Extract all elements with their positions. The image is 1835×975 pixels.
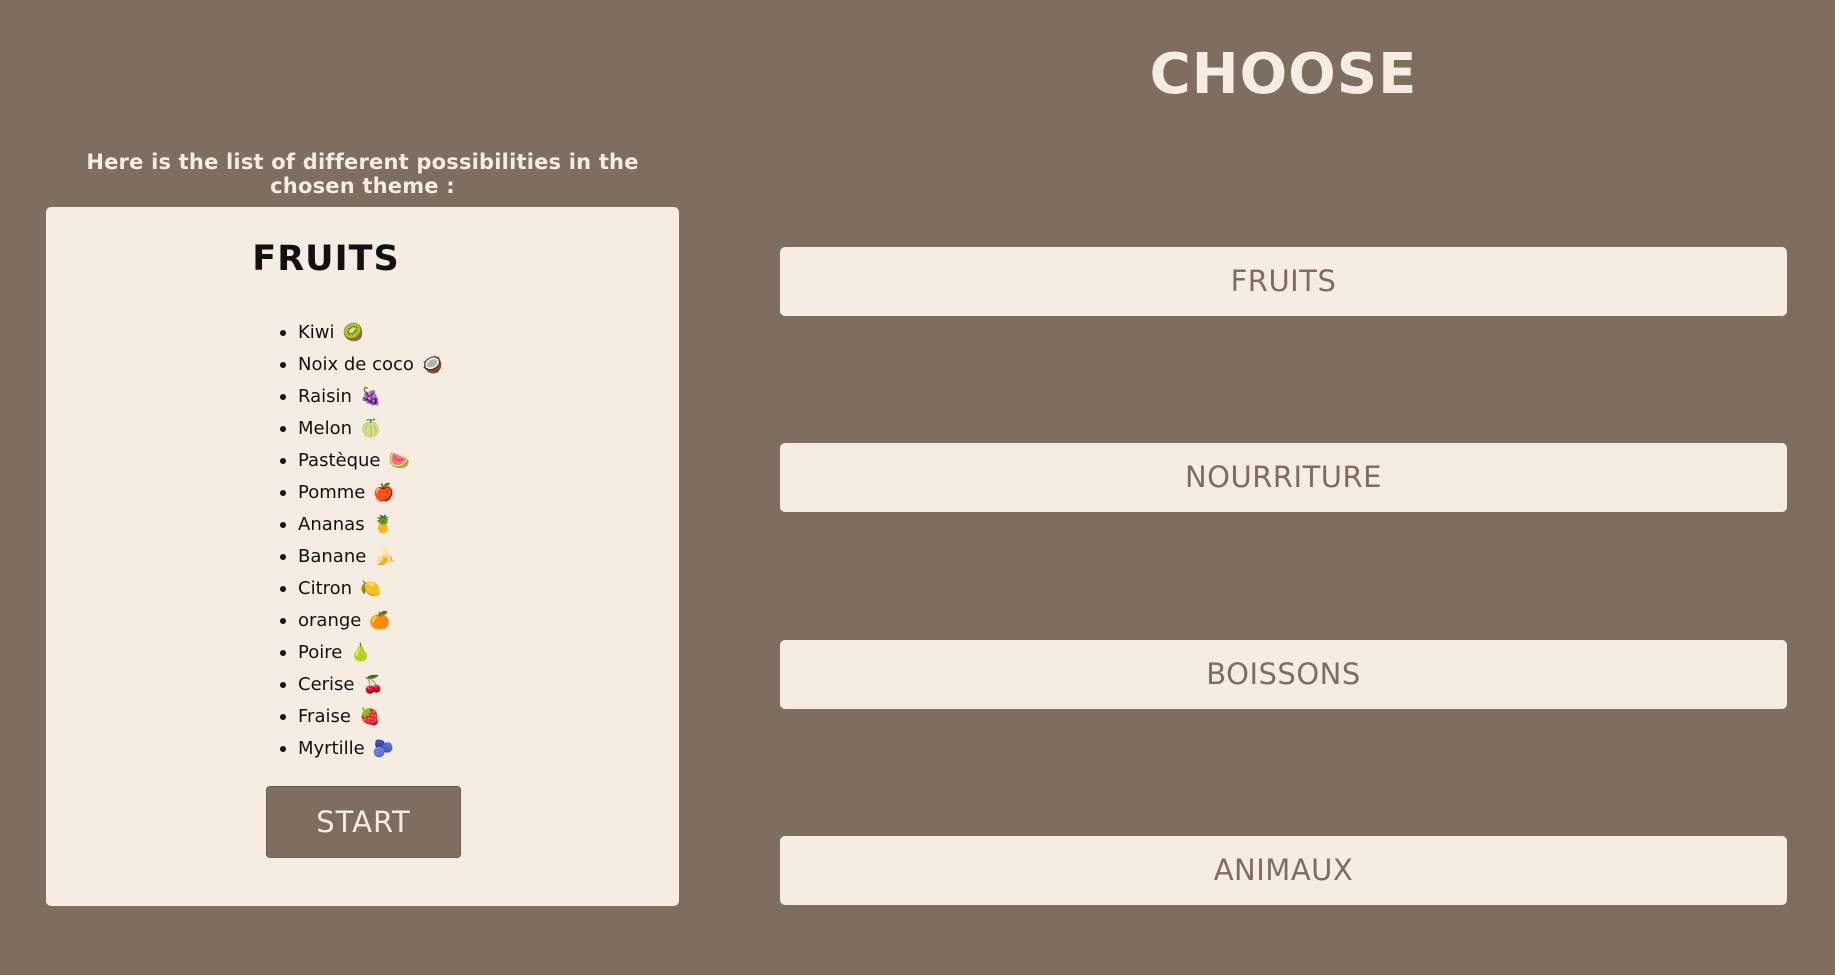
theme-button-boissons[interactable]: BOISSONS [780,640,1787,709]
bullet-icon [280,362,286,368]
bullet-icon [280,746,286,752]
item-label: Poire [298,642,343,663]
list-item: Pomme 🍎 [280,477,443,509]
theme-card: FRUITS Kiwi 🥝 Noix de coco 🥥 Raisin 🍇 Melon… [46,207,679,906]
list-item: Noix de coco 🥥 [280,349,444,381]
bullet-icon [280,394,286,400]
theme-button-fruits[interactable]: FRUITS [780,247,1787,316]
item-label: Raisin [298,386,352,407]
list-item: Cerise 🍒 [280,669,443,701]
item-label: Melon [298,418,353,439]
item-label: Banane [298,546,367,567]
item-label: orange [298,610,362,631]
melon-icon: 🍈 [360,419,382,439]
theme-title: FRUITS [252,239,400,279]
item-label: Pomme [298,482,366,503]
start-button[interactable]: START [266,786,461,858]
choose-title: CHOOSE [1149,42,1418,107]
item-label: Ananas [298,514,365,535]
blueberries-icon: 🫐 [372,739,394,759]
item-label: Fraise [298,706,351,727]
page: Here is the list of different possibilit… [0,0,1835,975]
bullet-icon [280,714,286,720]
theme-item-list: Kiwi 🥝 Noix de coco 🥥 Raisin 🍇 Melon 🍈 Pastè… [280,317,444,765]
intro-text: Here is the list of different possibilit… [86,150,639,198]
orange-icon: 🍊 [369,611,391,631]
list-item: Citron 🍋 [280,573,443,605]
list-item: orange 🍊 [280,605,443,637]
list-item: Kiwi 🥝 [280,317,443,349]
bullet-icon [280,682,286,688]
item-label: Myrtille [298,738,365,759]
strawberry-icon: 🍓 [358,707,381,727]
item-label: Kiwi [298,322,335,343]
list-item: Myrtille 🫐 [280,733,443,765]
kiwi-icon: 🥝 [342,323,364,343]
apple-icon: 🍎 [373,483,395,503]
coconut-icon: 🥥 [421,355,444,375]
bullet-icon [280,554,286,560]
bullet-icon [280,490,286,496]
list-item: Raisin 🍇 [280,381,443,413]
pineapple-icon: 🍍 [372,515,394,535]
pear-icon: 🍐 [350,643,372,663]
bullet-icon [280,458,286,464]
grapes-icon: 🍇 [359,387,382,407]
lemon-icon: 🍋 [360,579,382,599]
list-item: Poire 🍐 [280,637,443,669]
list-item: Melon 🍈 [280,413,443,445]
watermelon-icon: 🍉 [388,451,410,471]
theme-button-animaux[interactable]: ANIMAUX [780,836,1787,905]
list-item: Fraise 🍓 [280,701,443,733]
theme-button-nourriture[interactable]: NOURRITURE [780,443,1787,512]
list-item: Ananas 🍍 [280,509,443,541]
item-label: Cerise [298,674,355,695]
list-item: Pastèque 🍉 [280,445,443,477]
bullet-icon [280,330,286,336]
bullet-icon [280,650,286,656]
bullet-icon [280,618,286,624]
banana-icon: 🍌 [374,547,396,567]
bullet-icon [280,522,286,528]
item-label: Citron [298,578,353,599]
list-item: Banane 🍌 [280,541,443,573]
bullet-icon [280,586,286,592]
item-label: Pastèque [298,450,381,471]
cherries-icon: 🍒 [362,675,384,695]
item-label: Noix de coco [298,354,414,375]
bullet-icon [280,426,286,432]
